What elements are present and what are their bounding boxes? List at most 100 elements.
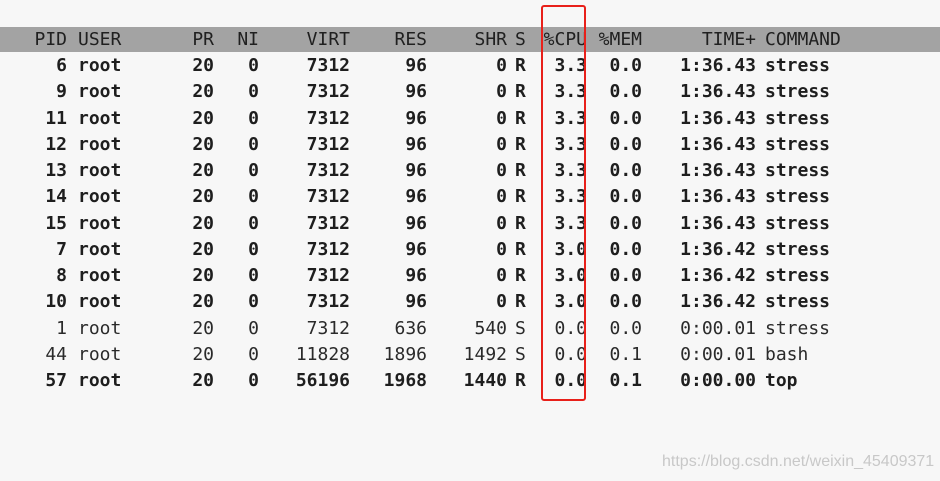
cell-res: 96: [405, 239, 427, 260]
cell-state: R: [515, 239, 526, 260]
cell-user: root: [78, 344, 122, 365]
cell-res: 96: [405, 81, 427, 102]
cell-pid: 8: [56, 265, 67, 286]
cell-pr: 20: [192, 265, 214, 286]
cell-virt: 7312: [306, 318, 350, 339]
cell-virt: 11828: [295, 344, 350, 365]
cell-command: stress: [765, 213, 831, 234]
cell-res: 96: [405, 160, 427, 181]
cell-mem: 0.0: [609, 318, 642, 339]
cell-pid: 11: [45, 108, 67, 129]
column-header-state[interactable]: S: [515, 27, 529, 53]
cell-ni: 0: [248, 134, 259, 155]
cell-shr: 0: [496, 291, 507, 312]
column-header-virt[interactable]: VIRT: [268, 27, 350, 53]
cell-virt: 7312: [306, 108, 350, 129]
column-header-pid[interactable]: PID: [20, 27, 67, 53]
column-header-user[interactable]: USER: [78, 27, 158, 53]
cell-mem: 0.0: [609, 134, 642, 155]
column-header-pr[interactable]: PR: [168, 27, 214, 53]
cell-command: stress: [765, 55, 831, 76]
cell-virt: 7312: [306, 239, 350, 260]
table-row[interactable]: 10 root 20 0 7312 96 0 R 3.0 0.0 1:36.42 stress: [0, 289, 940, 315]
column-header-mem[interactable]: %MEM: [591, 27, 642, 53]
cell-mem: 0.0: [609, 186, 642, 207]
column-header-res[interactable]: RES: [355, 27, 427, 53]
cell-time: 1:36.43: [680, 108, 756, 129]
cell-mem: 0.0: [609, 265, 642, 286]
cell-pr: 20: [192, 81, 214, 102]
cell-time: 1:36.43: [680, 81, 756, 102]
table-row[interactable]: 1 root 20 0 7312 636 540 S 0.0 0.0 0:00.01 stress: [0, 316, 940, 342]
cell-res: 96: [405, 291, 427, 312]
cell-shr: 540: [474, 318, 507, 339]
cell-ni: 0: [248, 213, 259, 234]
cell-ni: 0: [248, 55, 259, 76]
table-row[interactable]: 8 root 20 0 7312 96 0 R 3.0 0.0 1:36.42 stress: [0, 263, 940, 289]
cell-user: root: [78, 134, 122, 155]
cell-virt: 56196: [295, 370, 350, 391]
table-row[interactable]: 9 root 20 0 7312 96 0 R 3.3 0.0 1:36.43 stress: [0, 79, 940, 105]
table-row[interactable]: 12 root 20 0 7312 96 0 R 3.3 0.0 1:36.43 stress: [0, 132, 940, 158]
cell-user: root: [78, 291, 122, 312]
table-row[interactable]: 13 root 20 0 7312 96 0 R 3.3 0.0 1:36.43 stress: [0, 158, 940, 184]
table-row[interactable]: 11 root 20 0 7312 96 0 R 3.3 0.0 1:36.43 stress: [0, 106, 940, 132]
cell-virt: 7312: [306, 213, 350, 234]
cell-user: root: [78, 370, 122, 391]
table-row[interactable]: 44 root 20 0 11828 1896 1492 S 0.0 0.1 0:00.01 bash: [0, 342, 940, 368]
cell-state: S: [515, 344, 526, 365]
cell-pr: 20: [192, 344, 214, 365]
cell-pr: 20: [192, 318, 214, 339]
cell-shr: 0: [496, 213, 507, 234]
cell-shr: 0: [496, 108, 507, 129]
top-process-table: PID USER PR NI VIRT RES SHR S %CPU %MEM …: [0, 0, 940, 481]
cell-res: 1896: [383, 344, 427, 365]
cell-shr: 0: [496, 160, 507, 181]
cell-shr: 0: [496, 55, 507, 76]
cell-time: 1:36.42: [680, 291, 756, 312]
cell-res: 96: [405, 213, 427, 234]
cell-user: root: [78, 81, 122, 102]
cell-ni: 0: [248, 291, 259, 312]
table-row[interactable]: 7 root 20 0 7312 96 0 R 3.0 0.0 1:36.42 stress: [0, 237, 940, 263]
cell-res: 96: [405, 55, 427, 76]
cell-mem: 0.0: [609, 213, 642, 234]
cell-pid: 44: [45, 344, 67, 365]
cell-user: root: [78, 186, 122, 207]
cell-state: R: [515, 213, 526, 234]
table-row[interactable]: 15 root 20 0 7312 96 0 R 3.3 0.0 1:36.43 stress: [0, 211, 940, 237]
cell-state: R: [515, 160, 526, 181]
cell-command: stress: [765, 318, 831, 339]
cell-pr: 20: [192, 55, 214, 76]
cell-virt: 7312: [306, 291, 350, 312]
cell-ni: 0: [248, 239, 259, 260]
cell-res: 96: [405, 134, 427, 155]
cell-time: 1:36.43: [680, 213, 756, 234]
cell-shr: 0: [496, 239, 507, 260]
column-header-command[interactable]: COMMAND: [765, 27, 875, 53]
table-header-row: PID USER PR NI VIRT RES SHR S %CPU %MEM …: [0, 27, 940, 53]
cell-pid: 9: [56, 81, 67, 102]
cell-pid: 15: [45, 213, 67, 234]
table-row[interactable]: 14 root 20 0 7312 96 0 R 3.3 0.0 1:36.43 stress: [0, 184, 940, 210]
watermark-text: https://blog.csdn.net/weixin_45409371: [662, 453, 935, 470]
cell-virt: 7312: [306, 134, 350, 155]
cell-mem: 0.0: [609, 108, 642, 129]
column-header-shr[interactable]: SHR: [435, 27, 507, 53]
cell-res: 636: [394, 318, 427, 339]
column-header-ni[interactable]: NI: [226, 27, 259, 53]
cell-virt: 7312: [306, 186, 350, 207]
cell-pr: 20: [192, 134, 214, 155]
column-header-time[interactable]: TIME+: [650, 27, 756, 53]
cell-virt: 7312: [306, 81, 350, 102]
cpu-column-highlight: [541, 5, 586, 401]
cell-pr: 20: [192, 370, 214, 391]
table-row[interactable]: 57 root 20 0 56196 1968 1440 R 0.0 0.1 0:00.00 top: [0, 368, 940, 394]
cell-time: 1:36.43: [680, 160, 756, 181]
table-row[interactable]: 6 root 20 0 7312 96 0 R 3.3 0.0 1:36.43 stress: [0, 53, 940, 79]
cell-command: stress: [765, 291, 831, 312]
cell-mem: 0.0: [609, 55, 642, 76]
cell-time: 1:36.42: [680, 265, 756, 286]
cell-pr: 20: [192, 213, 214, 234]
cell-time: 1:36.43: [680, 134, 756, 155]
